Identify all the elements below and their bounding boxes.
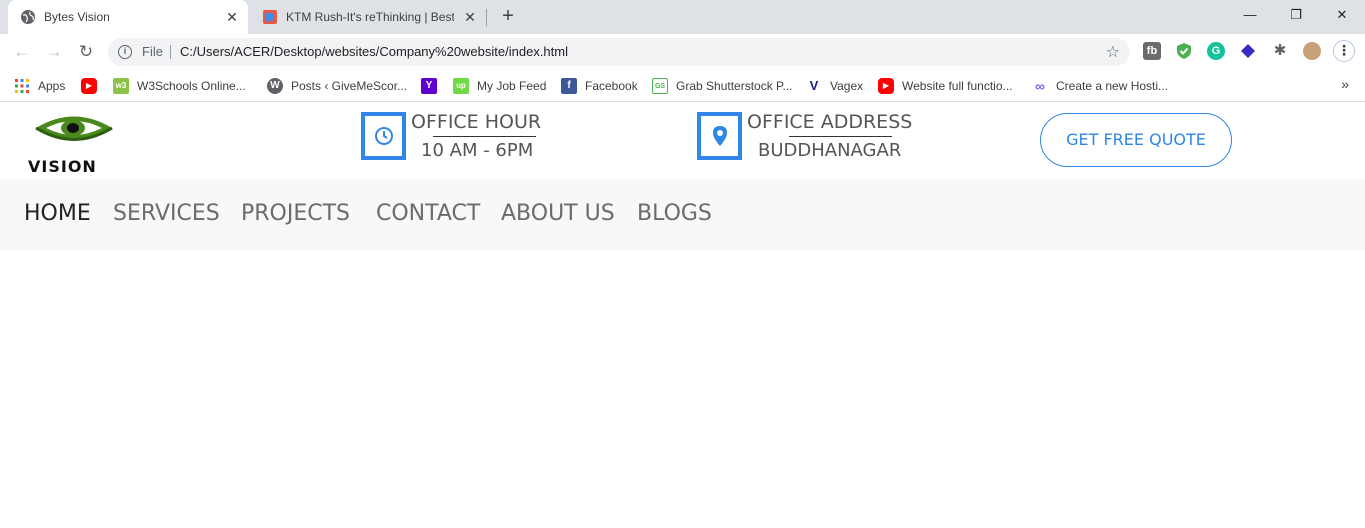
reload-icon[interactable]: ↻ [74,40,98,64]
bookmark-vagex[interactable]: V Vagex [806,77,863,95]
close-window-button[interactable]: ✕ [1319,0,1365,30]
tab-strip: Bytes Vision ✕ KTM Rush-It's reThinking … [0,0,1365,34]
vagex-icon: V [806,78,822,94]
bookmark-star-icon[interactable]: ☆ [1106,42,1120,62]
extensions-puzzle-icon[interactable]: ✱ [1271,42,1289,60]
tab-ktm-rush[interactable]: KTM Rush-It's reThinking | Best W ✕ [250,0,486,34]
bookmarks-bar: Apps ▶ w3 W3Schools Online... W Posts ‹ … [0,71,1365,102]
tab-separator [486,9,487,26]
nav-blogs[interactable]: BLOGS [637,201,712,226]
forward-arrow-icon[interactable]: → [42,40,66,64]
close-tab-icon[interactable]: ✕ [224,9,240,25]
site-logo[interactable]: VISION [26,111,126,176]
office-address-heading: OFFICE ADDRESS [747,111,913,133]
nav-contact[interactable]: CONTACT [376,201,480,226]
address-url[interactable]: C:/Users/ACER/Desktop/websites/Company%2… [180,44,568,59]
bookmark-label: Grab Shutterstock P... [676,79,793,93]
site-info-icon[interactable]: i [118,45,132,59]
bookmark-label: W3Schools Online... [137,79,246,93]
location-pin-icon [712,126,727,146]
logo-text: VISION [28,157,97,176]
nav-services[interactable]: SERVICES [113,201,220,226]
bookmark-label: Vagex [830,79,864,93]
bookmark-w3schools[interactable]: w3 W3Schools Online... [113,77,246,95]
tab-title: KTM Rush-It's reThinking | Best W [286,10,454,24]
grammarly-icon[interactable]: G [1207,42,1225,60]
office-address-underline [789,136,892,137]
infinity-icon: ∞ [1032,78,1048,94]
eye-logo-icon [35,116,113,141]
shutterstock-icon: GS [652,78,668,94]
bookmarks-more-button[interactable]: » [1341,76,1349,92]
upwork-icon: up [453,78,469,94]
apps-grid-icon [14,78,30,94]
menu-kebab-icon[interactable]: ⋮ [1333,40,1355,62]
tab-title: Bytes Vision [44,10,110,24]
address-bar[interactable]: i File C:/Users/ACER/Desktop/websites/Co… [108,38,1130,66]
bookmark-label: My Job Feed [477,79,547,93]
tab-bytes-vision[interactable]: Bytes Vision ✕ [8,0,248,34]
bookmark-label: Create a new Hosti... [1056,79,1169,93]
wordpress-icon: W [267,78,283,94]
office-hour-underline [433,136,536,137]
ktm-rush-favicon-icon [263,10,277,24]
bookmark-label: Website full functio... [902,79,1013,93]
address-scheme: File [142,44,163,59]
facebook-icon: f [561,78,577,94]
extension-tb-icon[interactable]: fb [1143,42,1161,60]
office-hour-value: 10 AM - 6PM [421,140,534,161]
nav-about-us[interactable]: ABOUT US [501,201,615,226]
back-arrow-icon[interactable]: ← [10,40,34,64]
nav-projects[interactable]: PROJECTS [241,201,350,226]
youtube-icon: ▶ [878,78,894,94]
minimize-button[interactable]: — [1227,0,1273,30]
restore-button[interactable]: ❐ [1273,0,1319,30]
bookmark-label: Facebook [585,79,638,93]
main-navbar: HOME SERVICES PROJECTS CONTACT ABOUT US … [0,179,1365,251]
location-icon-box [697,112,742,160]
new-tab-button[interactable]: + [498,6,518,27]
website-page: VISION OFFICE HOUR 10 AM - 6PM OFFICE AD… [0,103,1365,528]
extension-shield-icon[interactable] [1175,42,1193,60]
bookmark-facebook[interactable]: f Facebook [561,77,638,95]
address-divider [170,45,171,59]
bookmark-label: Apps [38,79,66,93]
bookmark-shutterstock[interactable]: GS Grab Shutterstock P... [652,77,793,95]
extension-layers-icon[interactable] [1239,42,1257,60]
clock-icon-box [361,112,406,160]
yahoo-icon: Y [421,78,437,94]
office-address-value: BUDDHANAGAR [758,140,902,161]
office-hour-heading: OFFICE HOUR [411,111,542,133]
nav-home[interactable]: HOME [24,201,91,226]
bookmark-youtube[interactable]: ▶ [81,77,105,95]
get-free-quote-button[interactable]: GET FREE QUOTE [1040,113,1232,167]
close-tab-icon[interactable]: ✕ [462,9,478,25]
clock-icon [374,127,393,145]
globe-icon [21,10,35,24]
youtube-icon: ▶ [81,78,97,94]
profile-avatar[interactable] [1303,42,1321,60]
bookmark-givemescore[interactable]: W Posts ‹ GiveMeScor... [267,77,407,95]
office-address-block: OFFICE ADDRESS BUDDHANAGAR [697,111,957,162]
bookmark-label: Posts ‹ GiveMeScor... [291,79,408,93]
bookmark-create-hosting[interactable]: ∞ Create a new Hosti... [1032,77,1168,95]
w3schools-icon: w3 [113,78,129,94]
bookmark-website-full-function[interactable]: ▶ Website full functio... [878,77,1013,95]
bookmark-apps[interactable]: Apps [14,77,65,95]
bookmark-yahoo[interactable]: Y [421,77,445,95]
office-hour-block: OFFICE HOUR 10 AM - 6PM [361,111,581,162]
bookmark-my-job-feed[interactable]: up My Job Feed [453,77,546,95]
browser-toolbar: ← → ↻ i File C:/Users/ACER/Desktop/websi… [0,34,1365,71]
